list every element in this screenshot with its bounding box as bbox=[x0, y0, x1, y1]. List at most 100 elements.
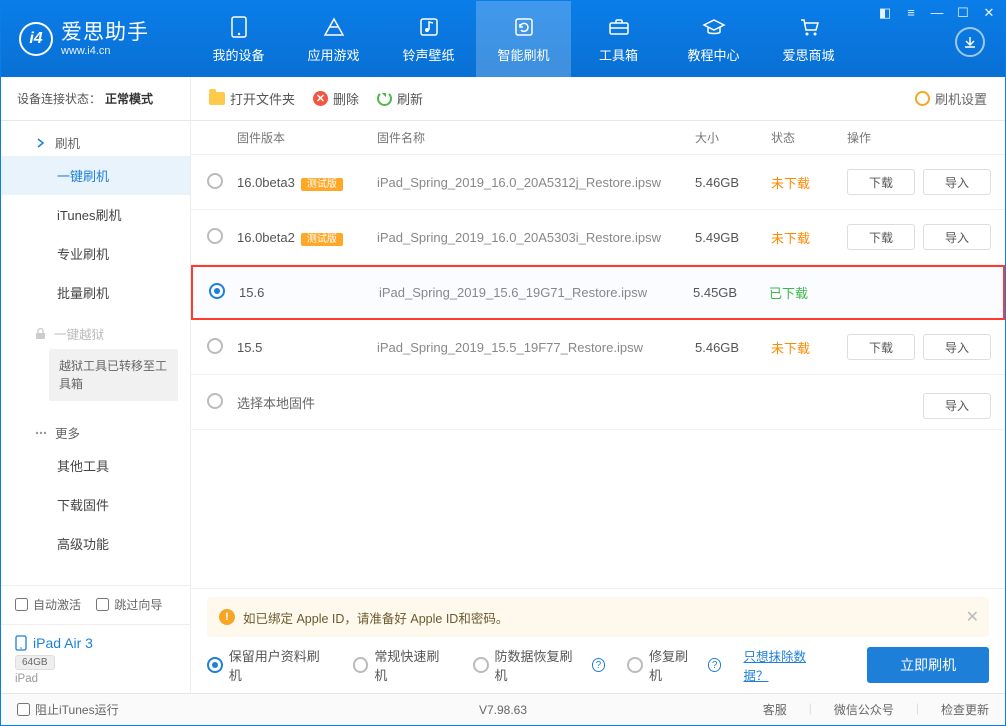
download-button[interactable]: 下载 bbox=[847, 169, 915, 195]
sidebar-item-batch[interactable]: 批量刷机 bbox=[1, 273, 190, 312]
top-nav: 我的设备 应用游戏 铃声壁纸 智能刷机 工具箱 教程中心 爱思商城 bbox=[191, 1, 856, 77]
table-row[interactable]: 15.5 iPad_Spring_2019_15.5_19F77_Restore… bbox=[191, 320, 1005, 375]
footer-support[interactable]: 客服 bbox=[763, 701, 787, 718]
nav-tutorials[interactable]: 教程中心 bbox=[666, 1, 761, 77]
nav-flash[interactable]: 智能刷机 bbox=[476, 1, 571, 77]
logo-icon: i4 bbox=[19, 22, 53, 56]
footer-update[interactable]: 检查更新 bbox=[941, 701, 989, 718]
connection-status: 设备连接状态：正常模式 bbox=[1, 77, 191, 120]
erase-data-link[interactable]: 只想抹除数据？ bbox=[743, 646, 829, 684]
nav-my-device[interactable]: 我的设备 bbox=[191, 1, 286, 77]
opt-normal[interactable]: 常规快速刷机 bbox=[353, 646, 451, 684]
opt-repair[interactable]: 修复刷机? bbox=[627, 646, 721, 684]
app-header: i4 爱思助手 www.i4.cn 我的设备 应用游戏 铃声壁纸 智能刷机 工具… bbox=[1, 1, 1005, 77]
alert-text: 如已绑定 Apple ID，请准备好 Apple ID和密码。 bbox=[243, 608, 508, 627]
col-name: 固件名称 bbox=[377, 129, 695, 146]
close-icon[interactable]: ✕ bbox=[981, 5, 997, 21]
cell-ops: 下载导入 bbox=[835, 224, 1005, 250]
cell-version: 15.5 bbox=[237, 340, 377, 355]
delete-button[interactable]: ✕删除 bbox=[313, 89, 359, 108]
apps-icon bbox=[323, 15, 345, 39]
firmware-settings-button[interactable]: 刷机设置 bbox=[915, 89, 987, 108]
sidebar-item-other[interactable]: 其他工具 bbox=[1, 446, 190, 485]
sidebar-item-onekey[interactable]: 一键刷机 bbox=[1, 156, 190, 195]
cart-icon bbox=[798, 15, 820, 39]
nav-toolbox[interactable]: 工具箱 bbox=[571, 1, 666, 77]
cell-ops: 下载导入 bbox=[835, 334, 1005, 360]
sidebar-item-download[interactable]: 下载固件 bbox=[1, 485, 190, 524]
toolbar: 设备连接状态：正常模式 打开文件夹 ✕删除 刷新 刷机设置 bbox=[1, 77, 1005, 121]
cell-name: iPad_Spring_2019_16.0_20A5303i_Restore.i… bbox=[377, 230, 695, 245]
cell-name: iPad_Spring_2019_16.0_20A5312j_Restore.i… bbox=[377, 175, 695, 190]
block-itunes-checkbox[interactable]: 阻止iTunes运行 bbox=[17, 701, 119, 718]
sidebar-group-flash[interactable]: 刷机 bbox=[1, 121, 190, 156]
device-storage: 64GB bbox=[15, 655, 55, 670]
col-ops: 操作 bbox=[835, 129, 1005, 146]
sidebar-item-advanced[interactable]: 高级功能 bbox=[1, 524, 190, 563]
footer-wechat[interactable]: 微信公众号 bbox=[834, 701, 894, 718]
cell-local-label: 选择本地固件 bbox=[237, 393, 835, 412]
cell-name: iPad_Spring_2019_15.5_19F77_Restore.ipsw bbox=[377, 340, 695, 355]
cell-version: 15.6 bbox=[239, 285, 379, 300]
table-body: 16.0beta3测试版 iPad_Spring_2019_16.0_20A53… bbox=[191, 155, 1005, 588]
menu-icon[interactable]: ≡ bbox=[903, 5, 919, 21]
refresh-button[interactable]: 刷新 bbox=[377, 89, 423, 108]
table-row[interactable]: 16.0beta3测试版 iPad_Spring_2019_16.0_20A53… bbox=[191, 155, 1005, 210]
cell-status: 未下载 bbox=[765, 338, 835, 357]
nav-store[interactable]: 爱思商城 bbox=[761, 1, 856, 77]
minimize-icon[interactable]: — bbox=[929, 5, 945, 21]
row-radio[interactable] bbox=[209, 283, 225, 299]
skip-guide-checkbox[interactable]: 跳过向导 bbox=[96, 596, 162, 613]
graduation-icon bbox=[702, 15, 726, 39]
sidebar-group-jailbreak: 一键越狱 bbox=[1, 312, 190, 347]
table-row[interactable]: 16.0beta2测试版 iPad_Spring_2019_16.0_20A53… bbox=[191, 210, 1005, 265]
download-manager-icon[interactable] bbox=[955, 27, 985, 57]
cell-version: 16.0beta2测试版 bbox=[237, 230, 377, 245]
device-type: iPad bbox=[15, 673, 176, 685]
flash-now-button[interactable]: 立即刷机 bbox=[867, 647, 989, 683]
opt-recover[interactable]: 防数据恢复刷机? bbox=[473, 646, 605, 684]
sidebar-group-more[interactable]: 更多 bbox=[1, 411, 190, 446]
import-button[interactable]: 导入 bbox=[923, 224, 991, 250]
status-bar: 阻止iTunes运行 V7.98.63 客服| 微信公众号| 检查更新 bbox=[1, 693, 1005, 725]
firmware-panel: 固件版本 固件名称 大小 状态 操作 16.0beta3测试版 iPad_Spr… bbox=[191, 121, 1005, 693]
table-row[interactable]: 15.6 iPad_Spring_2019_15.6_19G71_Restore… bbox=[191, 265, 1005, 320]
opt-keep-data[interactable]: 保留用户资料刷机 bbox=[207, 646, 331, 684]
help-icon[interactable]: ? bbox=[592, 658, 606, 672]
cell-size: 5.45GB bbox=[693, 285, 763, 300]
import-button[interactable]: 导入 bbox=[923, 334, 991, 360]
row-radio[interactable] bbox=[207, 338, 223, 354]
alert-close-icon[interactable]: ✕ bbox=[966, 607, 979, 627]
maximize-icon[interactable]: ☐ bbox=[955, 5, 971, 21]
nav-apps[interactable]: 应用游戏 bbox=[286, 1, 381, 77]
cell-size: 5.49GB bbox=[695, 230, 765, 245]
cell-status: 未下载 bbox=[765, 173, 835, 192]
sidebar-item-itunes[interactable]: iTunes刷机 bbox=[1, 195, 190, 234]
music-icon bbox=[419, 15, 439, 39]
download-button[interactable]: 下载 bbox=[847, 224, 915, 250]
app-version: V7.98.63 bbox=[479, 703, 527, 717]
download-button[interactable]: 下载 bbox=[847, 334, 915, 360]
jailbreak-moved-msg: 越狱工具已转移至工具箱 bbox=[49, 349, 178, 401]
nav-ringtones[interactable]: 铃声壁纸 bbox=[381, 1, 476, 77]
bottom-panel: ! 如已绑定 Apple ID，请准备好 Apple ID和密码。 ✕ 保留用户… bbox=[191, 588, 1005, 693]
open-folder-button[interactable]: 打开文件夹 bbox=[209, 89, 295, 108]
help-icon[interactable]: ? bbox=[708, 658, 722, 672]
device-card[interactable]: iPad Air 3 64GB iPad bbox=[1, 624, 190, 693]
row-radio[interactable] bbox=[207, 173, 223, 189]
import-button[interactable]: 导入 bbox=[923, 393, 991, 419]
sidebar-item-pro[interactable]: 专业刷机 bbox=[1, 234, 190, 273]
col-version: 固件版本 bbox=[237, 129, 377, 146]
import-button[interactable]: 导入 bbox=[923, 169, 991, 195]
app-subtitle: www.i4.cn bbox=[61, 45, 149, 57]
refresh-square-icon bbox=[514, 15, 534, 39]
auto-activate-checkbox[interactable]: 自动激活 bbox=[15, 596, 81, 613]
cell-size: 5.46GB bbox=[695, 175, 765, 190]
table-row-local[interactable]: 选择本地固件 导入 bbox=[191, 375, 1005, 430]
row-radio[interactable] bbox=[207, 228, 223, 244]
logo-area: i4 爱思助手 www.i4.cn bbox=[1, 21, 191, 56]
skin-icon[interactable]: ◧ bbox=[877, 5, 893, 21]
beta-tag: 测试版 bbox=[301, 178, 343, 191]
row-radio[interactable] bbox=[207, 393, 223, 409]
cell-ops: 下载导入 bbox=[835, 169, 1005, 195]
